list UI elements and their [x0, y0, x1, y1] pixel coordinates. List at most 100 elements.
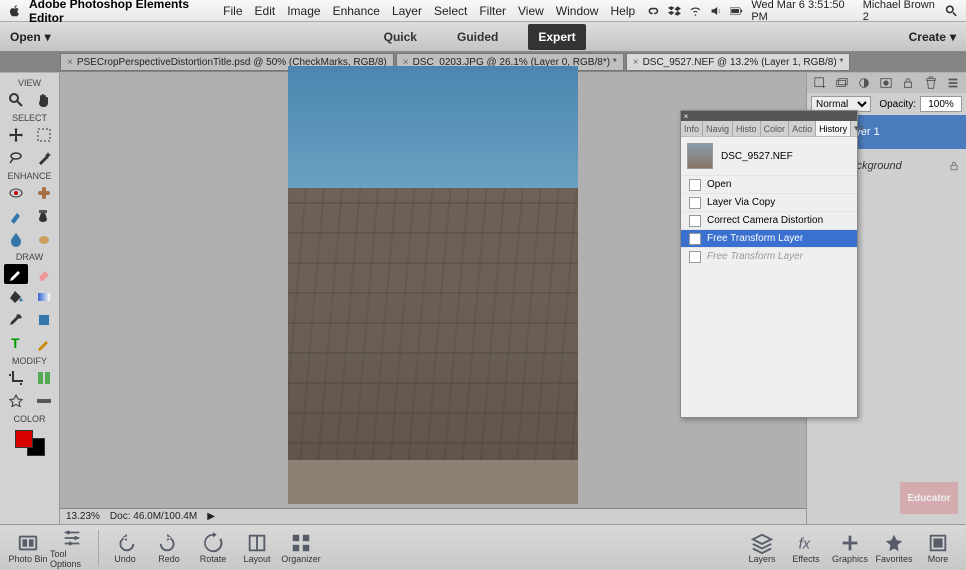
document-tab[interactable]: × DSC_9527.NEF @ 13.2% (Layer 1, RGB/8) …: [626, 53, 851, 71]
tool-options-button[interactable]: Tool Options: [50, 527, 94, 569]
more-button[interactable]: More: [916, 532, 960, 564]
panel-tab-histogram[interactable]: Histo: [733, 121, 761, 136]
tab-close-icon[interactable]: ×: [633, 57, 639, 68]
history-step-selected[interactable]: Free Transform Layer: [681, 229, 857, 247]
text-tool[interactable]: T: [4, 333, 28, 353]
history-step-icon: [689, 251, 701, 263]
eyedropper-tool[interactable]: [4, 310, 28, 330]
section-modify: MODIFY: [12, 356, 47, 366]
color-swatches[interactable]: [15, 430, 45, 456]
snapshot-name: DSC_9527.NEF: [721, 151, 793, 162]
panel-tab-color[interactable]: Color: [761, 121, 790, 136]
opacity-input[interactable]: 100%: [920, 96, 962, 112]
section-color: COLOR: [13, 414, 45, 424]
close-icon[interactable]: ×: [681, 111, 691, 121]
organizer-button[interactable]: Organizer: [279, 532, 323, 564]
move-tool[interactable]: [4, 125, 28, 145]
opacity-label: Opacity:: [879, 99, 916, 110]
photo-bin-button[interactable]: Photo Bin: [6, 532, 50, 564]
clone-tool[interactable]: [32, 206, 56, 226]
history-step-icon: [689, 233, 701, 245]
menu-enhance[interactable]: Enhance: [333, 4, 380, 18]
tab-label: DSC_9527.NEF @ 13.2% (Layer 1, RGB/8) *: [643, 57, 844, 68]
favorites-button[interactable]: Favorites: [872, 532, 916, 564]
history-step[interactable]: Layer Via Copy: [681, 193, 857, 211]
adjustment-icon[interactable]: [857, 76, 871, 90]
marquee-tool[interactable]: [32, 125, 56, 145]
undo-button[interactable]: Undo: [103, 532, 147, 564]
mode-quick[interactable]: Quick: [374, 24, 427, 50]
history-snapshot[interactable]: DSC_9527.NEF: [681, 137, 857, 175]
chevron-right-icon[interactable]: ▶: [207, 511, 215, 522]
panel-tab-info[interactable]: Info: [681, 121, 703, 136]
smart-brush-tool[interactable]: [4, 206, 28, 226]
redo-button[interactable]: Redo: [147, 532, 191, 564]
eraser-tool[interactable]: [32, 264, 56, 284]
zoom-tool[interactable]: [4, 90, 28, 110]
bucket-tool[interactable]: [4, 287, 28, 307]
menu-filter[interactable]: Filter: [479, 4, 506, 18]
gradient-tool[interactable]: [32, 287, 56, 307]
history-step[interactable]: Open: [681, 175, 857, 193]
brush-tool[interactable]: [4, 264, 28, 284]
history-step-label: Free Transform Layer: [707, 251, 803, 262]
history-panel: × Info Navig Histo Color Actio History ▾…: [680, 110, 858, 418]
rotate-button[interactable]: Rotate: [191, 532, 235, 564]
mode-tabs: Quick Guided Expert: [374, 24, 586, 50]
cookie-cutter-tool[interactable]: [4, 391, 28, 411]
menu-view[interactable]: View: [518, 4, 544, 18]
history-step[interactable]: Correct Camera Distortion: [681, 211, 857, 229]
history-step-label: Layer Via Copy: [707, 197, 775, 208]
new-group-icon[interactable]: [835, 76, 849, 90]
menu-help[interactable]: Help: [610, 4, 635, 18]
menu-select[interactable]: Select: [434, 4, 467, 18]
history-step-future[interactable]: Free Transform Layer: [681, 247, 857, 265]
mask-icon[interactable]: [879, 76, 893, 90]
open-button[interactable]: Open ▾: [10, 30, 51, 44]
menu-layer[interactable]: Layer: [392, 4, 422, 18]
foreground-color[interactable]: [15, 430, 33, 448]
menu-edit[interactable]: Edit: [255, 4, 276, 18]
recompose-tool[interactable]: [32, 368, 56, 388]
mode-guided[interactable]: Guided: [447, 24, 508, 50]
sponge-tool[interactable]: [32, 229, 56, 249]
history-step-label: Open: [707, 179, 731, 190]
link-icon: [647, 4, 660, 18]
effects-button[interactable]: fxEffects: [784, 532, 828, 564]
layout-button[interactable]: Layout: [235, 532, 279, 564]
redeye-tool[interactable]: [4, 183, 28, 203]
mode-expert[interactable]: Expert: [528, 24, 585, 50]
bottom-toolbar: Photo Bin Tool Options Undo Redo Rotate …: [0, 524, 966, 570]
panel-menu-icon[interactable]: ▾≡: [851, 121, 867, 136]
create-button[interactable]: Create ▾: [909, 30, 956, 44]
crop-tool[interactable]: [4, 368, 28, 388]
magic-wand-tool[interactable]: [32, 148, 56, 168]
pencil-tool[interactable]: [32, 333, 56, 353]
menu-window[interactable]: Window: [556, 4, 599, 18]
panel-menu-icon[interactable]: [946, 76, 960, 90]
panel-tab-history[interactable]: History: [816, 121, 851, 136]
menu-file[interactable]: File: [223, 4, 242, 18]
straighten-tool[interactable]: [32, 391, 56, 411]
trash-icon[interactable]: [924, 76, 938, 90]
wifi-icon: [689, 4, 702, 18]
lasso-tool[interactable]: [4, 148, 28, 168]
section-enhance: ENHANCE: [7, 171, 51, 181]
lock-icon[interactable]: [901, 76, 915, 90]
lock-icon: [948, 160, 960, 172]
new-layer-icon[interactable]: [813, 76, 827, 90]
spot-heal-tool[interactable]: [32, 183, 56, 203]
section-view: VIEW: [18, 78, 41, 88]
panel-tab-actions[interactable]: Actio: [789, 121, 816, 136]
shape-tool[interactable]: [32, 310, 56, 330]
hand-tool[interactable]: [32, 90, 56, 110]
graphics-button[interactable]: Graphics: [828, 532, 872, 564]
app-name: Adobe Photoshop Elements Editor: [29, 0, 213, 25]
blur-tool[interactable]: [4, 229, 28, 249]
tab-close-icon[interactable]: ×: [67, 57, 73, 68]
panel-tab-navigator[interactable]: Navig: [703, 121, 733, 136]
layers-button[interactable]: Layers: [740, 532, 784, 564]
history-step-icon: [689, 197, 701, 209]
svg-text:T: T: [11, 335, 20, 351]
menu-image[interactable]: Image: [287, 4, 320, 18]
